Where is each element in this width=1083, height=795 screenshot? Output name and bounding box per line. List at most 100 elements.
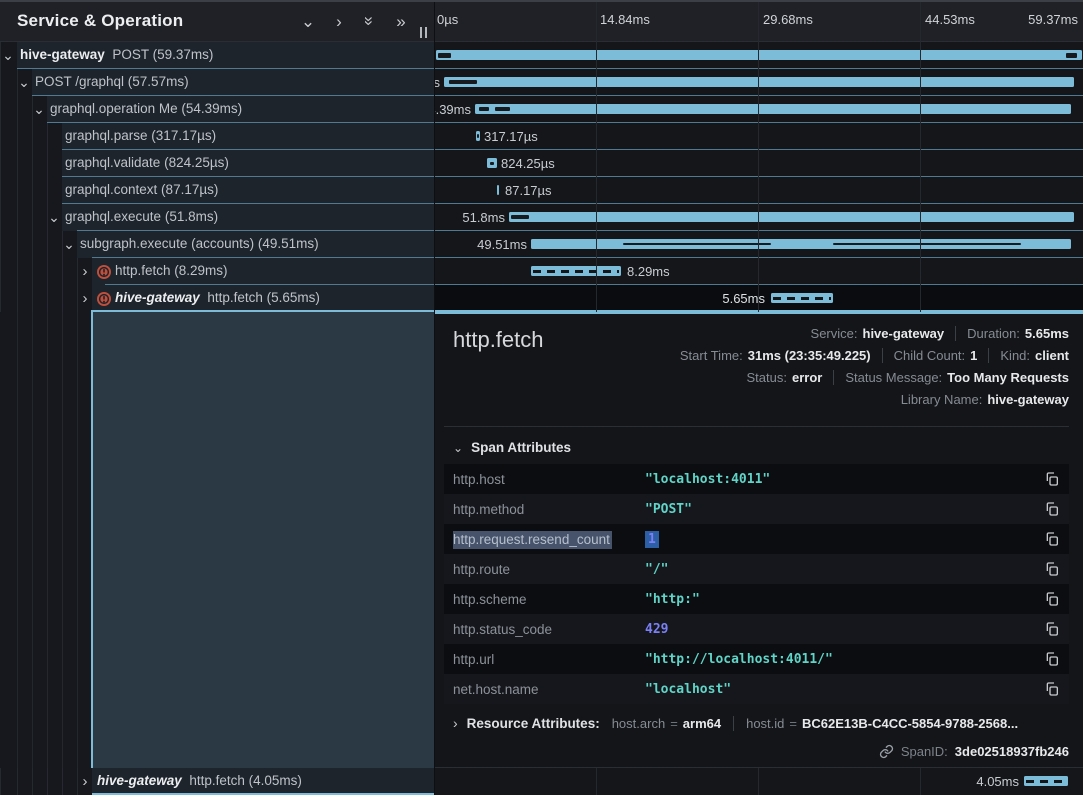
copy-icon[interactable] — [1044, 591, 1060, 607]
chevron-down-icon[interactable]: ⌄ — [63, 236, 75, 253]
span-bar[interactable] — [509, 212, 1074, 222]
span-detail-panel: http.fetch Service: hive-gateway Duratio… — [434, 312, 1083, 768]
chevron-down-icon[interactable]: ⌄ — [33, 101, 45, 118]
span-label: http.fetch (5.65ms) — [207, 290, 320, 305]
tree-row-http-fetch-4ms[interactable]: › hive-gateway http.fetch (4.05ms) — [0, 768, 434, 795]
copy-icon[interactable] — [1044, 561, 1060, 577]
span-bar[interactable] — [487, 158, 497, 168]
attribute-row: http.scheme "http:" — [444, 584, 1069, 614]
meta-value-status: error — [792, 370, 822, 385]
chevron-right-icon[interactable]: › — [79, 290, 91, 307]
panel-resize-handle[interactable] — [420, 27, 427, 38]
expand-all-icon[interactable]: » — [392, 12, 410, 30]
span-bar[interactable] — [436, 50, 1082, 60]
attribute-key: http.route — [453, 562, 645, 577]
span-id-label: SpanID: — [901, 744, 948, 759]
attribute-value: "http://localhost:4011/" — [645, 652, 833, 667]
resource-key: host.arch — [612, 716, 665, 731]
attribute-value: "POST" — [645, 502, 692, 517]
timeline-panel: 0µs 14.84ms 29.68ms 44.53ms 59.37ms 57.5… — [434, 0, 1083, 795]
tree-header-title: Service & Operation — [0, 11, 183, 31]
attribute-value: "http:" — [645, 592, 700, 607]
tick-label: 59.37ms — [1028, 12, 1078, 27]
duration-label: 51.8ms — [462, 210, 505, 225]
tree-row-subgraph-execute[interactable]: ⌄ subgraph.execute (accounts) (49.51ms) — [0, 231, 434, 258]
meta-label: Duration: — [967, 326, 1020, 341]
panel-divider[interactable] — [434, 0, 435, 795]
tree-row-graphql-operation[interactable]: ⌄ graphql.operation Me (54.39ms) — [0, 96, 434, 123]
duration-label: 824.25µs — [501, 156, 555, 171]
copy-icon[interactable] — [1044, 681, 1060, 697]
attribute-row: http.status_code 429 — [444, 614, 1069, 644]
resource-value: BC62E13B-C4CC-5854-9788-2568... — [802, 716, 1018, 731]
meta-value-service: hive-gateway — [863, 326, 945, 341]
span-label: graphql.parse (317.17µs) — [65, 128, 216, 143]
chevron-right-icon[interactable]: › — [79, 773, 91, 790]
tree-row-graphql-context[interactable]: graphql.context (87.17µs) — [0, 177, 434, 204]
attribute-row: http.url "http://localhost:4011/" — [444, 644, 1069, 674]
tree-row-post-graphql[interactable]: ⌄ POST /graphql (57.57ms) — [0, 69, 434, 96]
attribute-value: "localhost:4011" — [645, 472, 770, 487]
meta-value-duration: 5.65ms — [1025, 326, 1069, 341]
span-label: graphql.operation Me (54.39ms) — [50, 101, 242, 116]
span-bar[interactable] — [497, 185, 499, 195]
span-bar[interactable] — [1024, 776, 1068, 786]
attribute-key: http.url — [453, 652, 645, 667]
tree-row-http-fetch-8ms[interactable]: › http.fetch (8.29ms) — [0, 258, 434, 285]
meta-value-kind: client — [1035, 348, 1069, 363]
tree-row-graphql-parse[interactable]: graphql.parse (317.17µs) — [0, 123, 434, 150]
collapse-one-icon[interactable]: ⌄ — [299, 12, 317, 30]
tree-row-http-fetch-5ms-selected[interactable]: › hive-gateway http.fetch (5.65ms) — [0, 285, 434, 312]
copy-icon[interactable] — [1044, 471, 1060, 487]
chevron-down-icon[interactable]: ⌄ — [18, 74, 30, 91]
attribute-row: net.host.name "localhost" — [444, 674, 1069, 704]
tick-label: 14.84ms — [600, 12, 650, 27]
chevron-down-icon[interactable]: ⌄ — [48, 209, 60, 226]
duration-label: 87.17µs — [505, 183, 552, 198]
span-bar[interactable] — [475, 104, 1071, 114]
span-bar[interactable] — [531, 266, 621, 276]
resource-attributes-title: Resource Attributes: — [467, 716, 600, 731]
span-label: graphql.context (87.17µs) — [65, 182, 218, 197]
span-bar[interactable] — [444, 77, 1074, 87]
attribute-value: 429 — [645, 622, 668, 637]
chevron-down-icon[interactable]: ⌄ — [2, 47, 14, 64]
meta-value-library: hive-gateway — [987, 392, 1069, 407]
meta-label: Kind: — [1000, 348, 1030, 363]
span-id-value: 3de02518937fb246 — [955, 744, 1069, 759]
copy-icon[interactable] — [1044, 651, 1060, 667]
copy-icon[interactable] — [1044, 531, 1060, 547]
span-tree: ⌄ hive-gateway POST (59.37ms) ⌄ POST /gr… — [0, 42, 434, 312]
chevron-right-icon[interactable]: › — [79, 263, 91, 280]
resource-value: arm64 — [683, 716, 721, 731]
tree-row-graphql-execute[interactable]: ⌄ graphql.execute (51.8ms) — [0, 204, 434, 231]
meta-label: Library Name: — [901, 392, 983, 407]
span-label: http.fetch (8.29ms) — [115, 263, 228, 278]
tree-indent-guides — [0, 312, 434, 768]
span-attributes-toggle[interactable]: ⌄ Span Attributes — [453, 440, 571, 455]
span-meta: Service: hive-gateway Duration: 5.65ms S… — [680, 322, 1069, 410]
collapse-all-icon[interactable]: » — [361, 12, 379, 30]
attribute-key: http.scheme — [453, 592, 645, 607]
span-attributes-table: http.host "localhost:4011" http.method "… — [444, 464, 1069, 704]
span-label: graphql.execute (51.8ms) — [65, 209, 218, 224]
attribute-key: http.method — [453, 502, 645, 517]
meta-value-child-count: 1 — [970, 348, 977, 363]
trace-viewer: Service & Operation ⌄ › » » ⌄ hive-gatew… — [0, 0, 1083, 795]
copy-icon[interactable] — [1044, 621, 1060, 637]
span-tree-panel: Service & Operation ⌄ › » » ⌄ hive-gatew… — [0, 0, 434, 795]
tree-row-graphql-validate[interactable]: graphql.validate (824.25µs) — [0, 150, 434, 177]
copy-icon[interactable] — [1044, 501, 1060, 517]
chevron-right-icon: › — [453, 715, 458, 731]
meta-value-start-time: 31ms (23:35:49.225) — [748, 348, 871, 363]
duration-label: 317.17µs — [484, 129, 538, 144]
link-icon[interactable] — [879, 744, 894, 759]
expand-one-icon[interactable]: › — [330, 12, 348, 30]
tree-row-hive-gateway-post[interactable]: ⌄ hive-gateway POST (59.37ms) — [0, 42, 434, 69]
span-bar[interactable] — [531, 239, 1071, 249]
span-bar[interactable] — [476, 131, 480, 141]
span-bar[interactable] — [771, 293, 833, 303]
meta-label: Status: — [747, 370, 787, 385]
attribute-value: "/" — [645, 562, 668, 577]
resource-attributes-row[interactable]: › Resource Attributes: host.arch = arm64… — [453, 715, 1069, 731]
